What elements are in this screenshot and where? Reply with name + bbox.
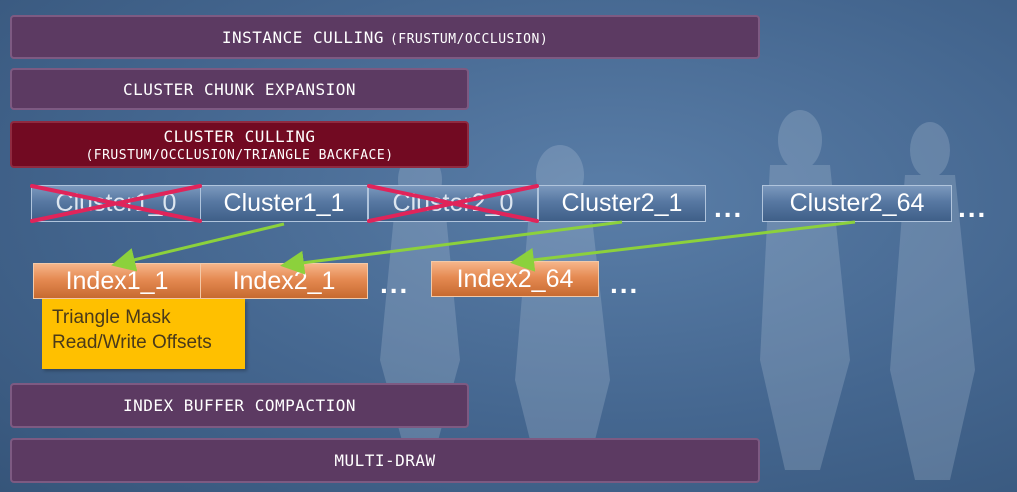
arrow-cluster1-1-to-index1-1: [111, 222, 285, 272]
cull-cross-icon: [30, 184, 202, 223]
arrow-cluster2-1-to-index2-1: [280, 220, 623, 275]
cull-cross-icon: [367, 184, 539, 223]
diagram-overlay: [30, 184, 856, 275]
